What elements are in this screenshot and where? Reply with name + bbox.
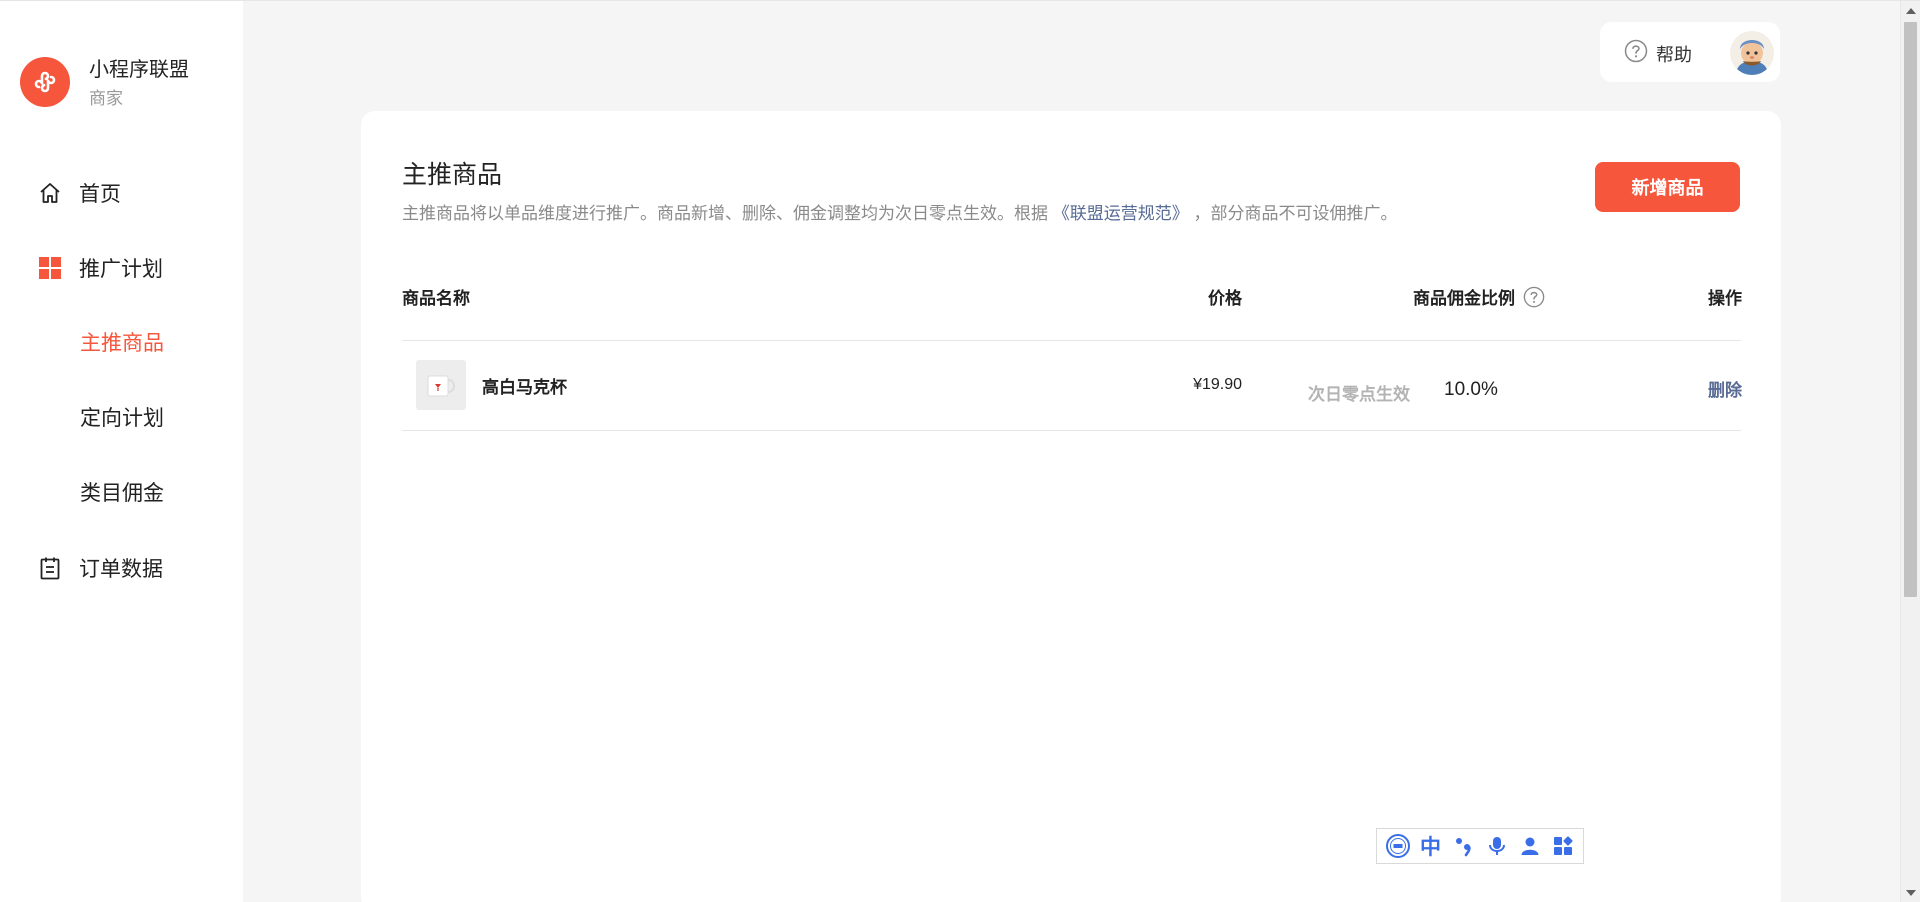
column-header-commission: 商品佣金比例 bbox=[1413, 284, 1545, 309]
column-header-operation: 操作 bbox=[1708, 289, 1742, 308]
home-icon bbox=[37, 180, 63, 206]
product-thumbnail bbox=[416, 360, 466, 410]
ime-toolbar: 中 bbox=[1376, 828, 1584, 864]
column-header-commission-label: 商品佣金比例 bbox=[1413, 289, 1515, 308]
description-suffix: ，部分商品不可设佣推广。 bbox=[1193, 204, 1398, 223]
description-text: 主推商品将以单品维度进行推广。商品新增、删除、佣金调整均为次日零点生效。根据 bbox=[402, 204, 1048, 223]
punctuation-icon[interactable] bbox=[1450, 832, 1478, 860]
vertical-scrollbar[interactable] bbox=[1900, 1, 1920, 902]
sidebar: 小程序联盟 商家 首页 推广计划 主推商品 定向计划 类目佣金 订单数据 bbox=[0, 1, 243, 902]
mini-program-logo-icon bbox=[20, 57, 70, 107]
brand[interactable]: 小程序联盟 商家 bbox=[20, 57, 189, 110]
brand-subtitle: 商家 bbox=[89, 89, 123, 108]
scroll-down-icon[interactable] bbox=[1906, 890, 1916, 896]
table-divider bbox=[402, 430, 1741, 431]
top-bar: 帮助 bbox=[1600, 22, 1780, 82]
sidebar-item-label: 订单数据 bbox=[79, 558, 163, 581]
commission-value: 10.0% bbox=[1444, 379, 1498, 400]
page-title: 主推商品 bbox=[402, 161, 503, 189]
sidebar-item-label: 推广计划 bbox=[79, 258, 163, 281]
operation-rules-link[interactable]: 《联盟运营规范》 bbox=[1053, 204, 1189, 223]
chinese-mode-toggle[interactable]: 中 bbox=[1417, 832, 1445, 860]
question-circle-icon[interactable] bbox=[1523, 286, 1545, 308]
page-description: 主推商品将以单品维度进行推广。商品新增、删除、佣金调整均为次日零点生效。根据 《… bbox=[402, 199, 1397, 224]
help-label: 帮助 bbox=[1656, 44, 1692, 65]
scroll-up-icon[interactable] bbox=[1906, 8, 1916, 14]
sidebar-item-promotion-plan[interactable]: 推广计划 bbox=[0, 248, 243, 288]
product-name: 高白马克杯 bbox=[482, 378, 567, 397]
scrollbar-thumb[interactable] bbox=[1904, 22, 1917, 597]
question-circle-icon bbox=[1624, 39, 1648, 68]
column-header-price: 价格 bbox=[1208, 289, 1242, 308]
column-header-name: 商品名称 bbox=[402, 289, 470, 308]
sidebar-item-label: 首页 bbox=[79, 183, 121, 206]
sidebar-item-label: 主推商品 bbox=[80, 332, 164, 355]
sidebar-item-home[interactable]: 首页 bbox=[0, 173, 243, 213]
sidebar-item-category-commission[interactable]: 类目佣金 bbox=[0, 472, 243, 512]
user-icon[interactable] bbox=[1516, 832, 1544, 860]
product-price: ¥19.90 bbox=[1193, 376, 1242, 393]
sidebar-item-label: 定向计划 bbox=[80, 407, 164, 430]
avatar-icon[interactable] bbox=[1730, 31, 1774, 75]
grid-icon bbox=[37, 255, 63, 281]
sidebar-item-order-data[interactable]: 订单数据 bbox=[0, 548, 243, 588]
apps-icon[interactable] bbox=[1549, 832, 1577, 860]
help-button[interactable]: 帮助 bbox=[1624, 39, 1692, 68]
table-divider bbox=[402, 340, 1741, 341]
main-card: 主推商品 主推商品将以单品维度进行推广。商品新增、删除、佣金调整均为次日零点生效… bbox=[361, 111, 1781, 902]
effective-status: 次日零点生效 bbox=[1308, 385, 1410, 404]
ifly-logo-icon[interactable] bbox=[1384, 832, 1412, 860]
brand-title: 小程序联盟 bbox=[89, 59, 189, 81]
delete-button[interactable]: 删除 bbox=[1708, 376, 1742, 401]
microphone-icon[interactable] bbox=[1483, 832, 1511, 860]
clipboard-icon bbox=[37, 555, 63, 581]
add-product-button[interactable]: 新增商品 bbox=[1595, 162, 1740, 212]
sidebar-item-label: 类目佣金 bbox=[80, 482, 164, 505]
sidebar-item-targeted-plan[interactable]: 定向计划 bbox=[0, 397, 243, 437]
sidebar-item-featured-products[interactable]: 主推商品 bbox=[0, 322, 243, 362]
